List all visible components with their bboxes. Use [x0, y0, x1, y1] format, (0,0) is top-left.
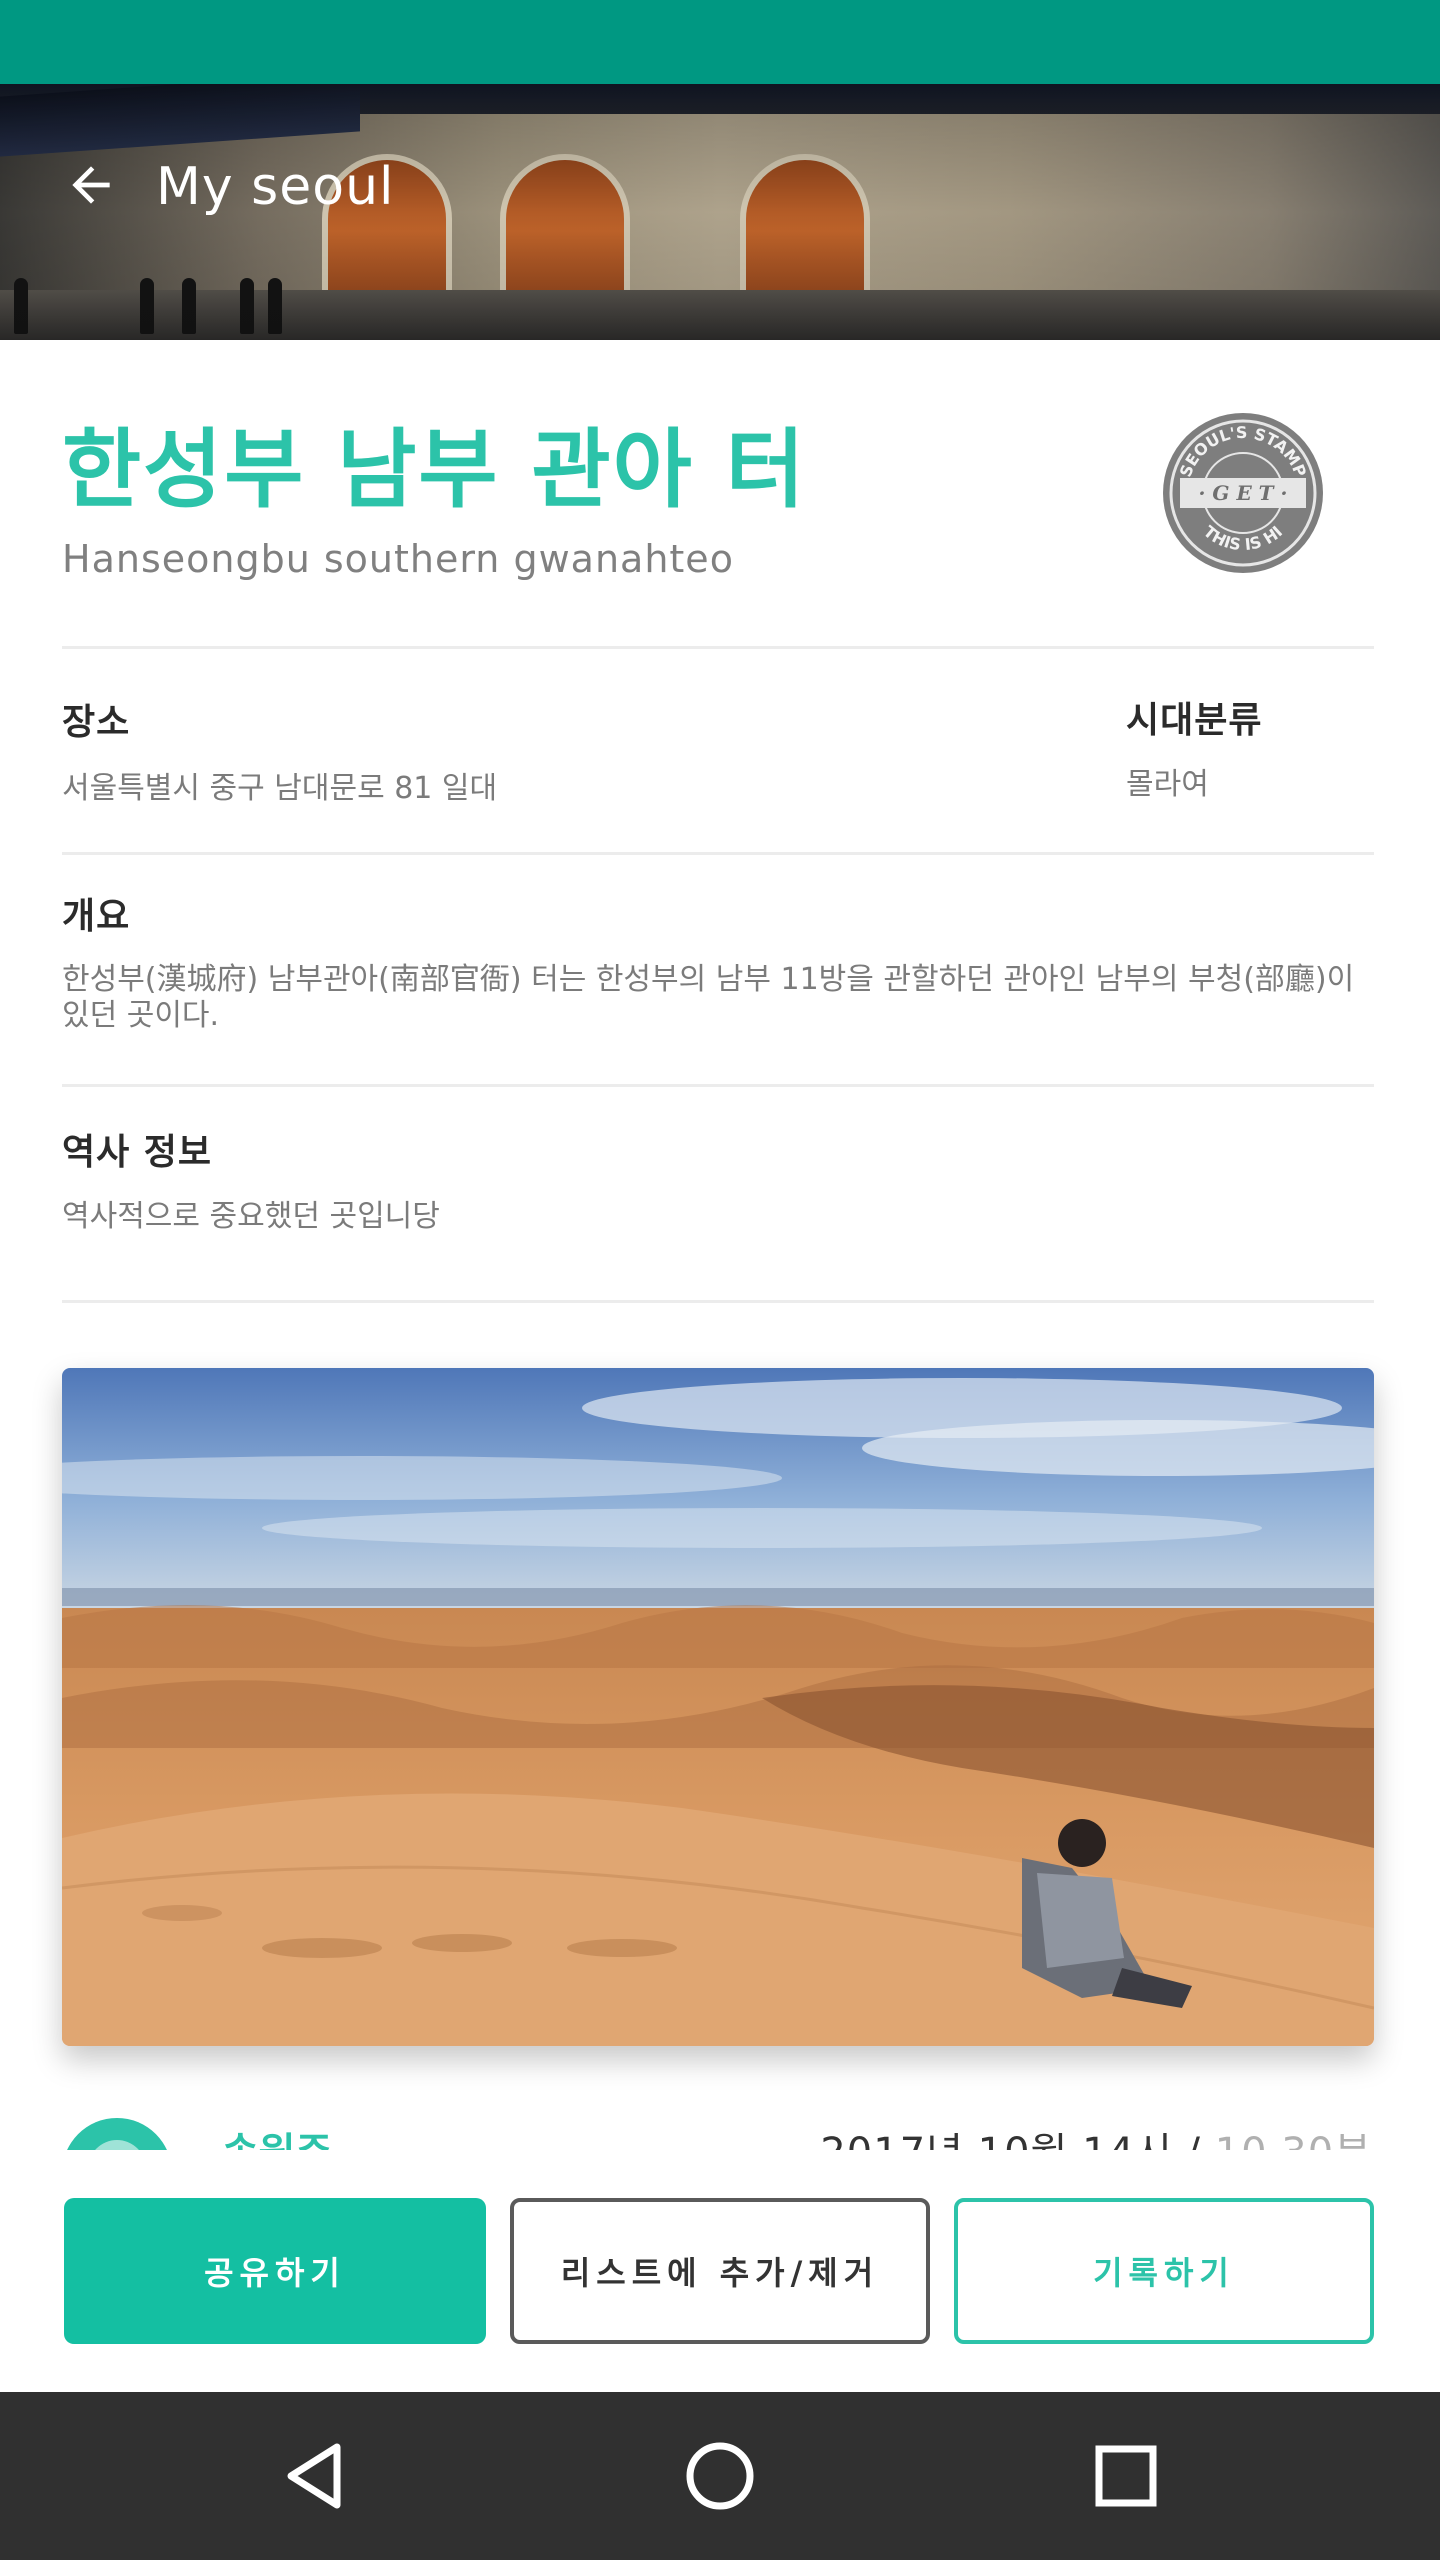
desert-photo [62, 1368, 1374, 2046]
location-value: 서울특별시 중구 남대문로 81 일대 [62, 771, 498, 806]
record-author-name: 송원주 [222, 2120, 332, 2150]
history-value: 역사적으로 중요했던 곳입니당 [62, 1199, 440, 1234]
seoul-stamp-badge: SEOUL'S STAMP · G E T · THIS IS HI [1158, 408, 1328, 578]
record-entry[interactable]: 송원주 2017년 10월 14시 / 10 30분 [0, 2090, 1440, 2150]
system-nav-bar [0, 2392, 1440, 2560]
nav-recents-button[interactable] [1076, 2426, 1176, 2526]
record-photo[interactable] [62, 1368, 1374, 2046]
back-button[interactable] [56, 150, 126, 220]
record-datetime: 2017년 10월 14시 / 10 30분 [820, 2120, 1372, 2150]
header-banner: My seoul [0, 84, 1440, 340]
add-remove-list-button[interactable]: 리스트에 추가/제거 [510, 2198, 930, 2344]
share-button[interactable]: 공유하기 [64, 2198, 486, 2344]
history-label: 역사 정보 [62, 1132, 213, 1173]
nav-home-button[interactable] [670, 2426, 770, 2526]
place-subtitle: Hanseongbu southern gwanahteo [62, 537, 734, 581]
overview-label: 개요 [62, 896, 131, 937]
divider [62, 852, 1374, 855]
avatar [62, 2118, 172, 2150]
svg-text:· G E T ·: · G E T · [1199, 481, 1288, 505]
location-label: 장소 [62, 702, 131, 743]
place-title-block: 한성부 남부 관아 터 Hanseongbu southern gwanahte… [62, 420, 807, 584]
era-label: 시대분류 [1126, 700, 1263, 741]
overview-text: 한성부(漢城府) 남부관아(南部官衙) 터는 한성부의 남부 11방을 관할하던… [62, 962, 1355, 1033]
place-title: 한성부 남부 관아 터 [62, 420, 807, 520]
divider [62, 1084, 1374, 1087]
record-button[interactable]: 기록하기 [954, 2198, 1374, 2344]
triangle-back-icon [287, 2443, 341, 2509]
square-recents-icon [1095, 2445, 1157, 2507]
header-title: My seoul [156, 157, 395, 217]
arrow-left-icon [72, 166, 110, 204]
divider [62, 646, 1374, 649]
era-value: 몰라여 [1126, 767, 1209, 802]
nav-back-button[interactable] [266, 2426, 366, 2526]
circle-home-icon [686, 2442, 754, 2510]
status-bar [0, 0, 1440, 84]
divider [62, 1300, 1374, 1303]
